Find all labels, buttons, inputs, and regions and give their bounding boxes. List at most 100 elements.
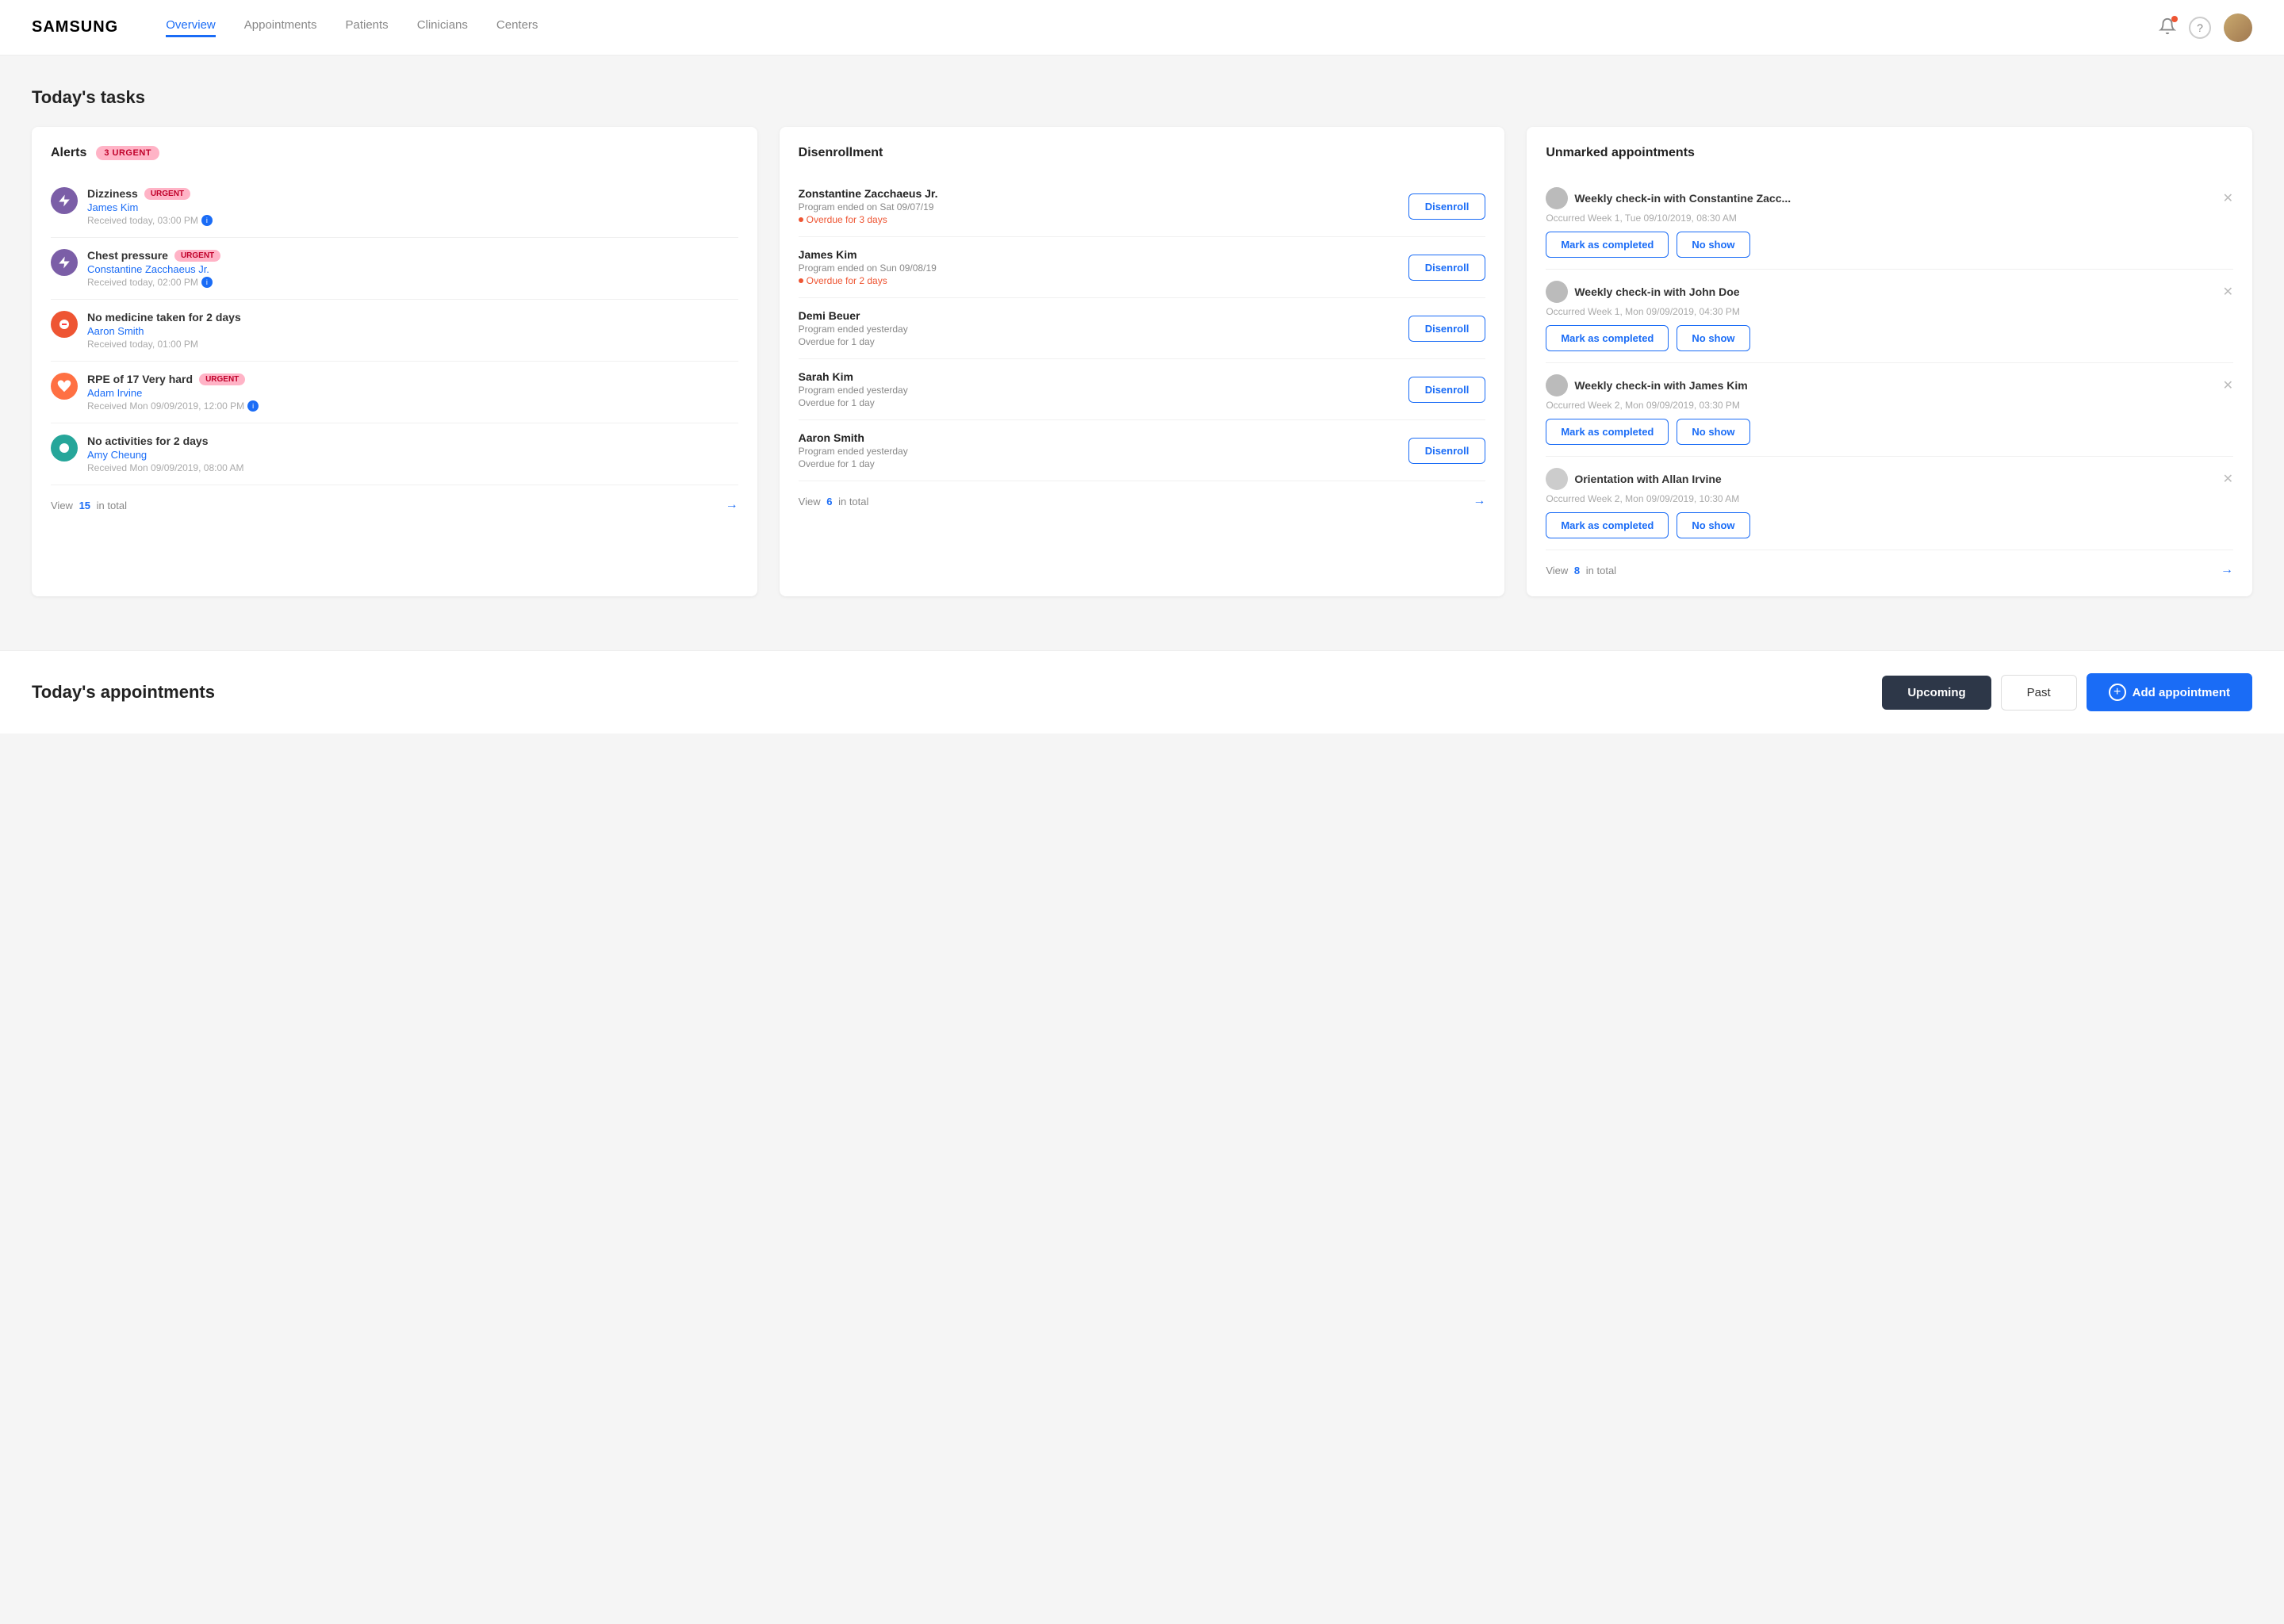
past-button[interactable]: Past	[2001, 675, 2077, 710]
info-icon[interactable]: i	[247, 400, 259, 412]
alert-time: Received today, 02:00 PM i	[87, 277, 738, 288]
notification-bell[interactable]	[2159, 17, 2176, 37]
overdue-indicator: Overdue for 1 day	[799, 458, 908, 469]
disenroll-button[interactable]: Disenroll	[1408, 377, 1486, 403]
disenroll-button[interactable]: Disenroll	[1408, 193, 1486, 220]
alert-time: Received today, 01:00 PM	[87, 339, 738, 350]
close-appt-button[interactable]: ✕	[2223, 190, 2233, 206]
disenrollment-title: Disenrollment	[799, 146, 883, 160]
appt-time: Occurred Week 1, Tue 09/10/2019, 08:30 A…	[1546, 213, 2233, 224]
urgent-sm-badge: URGENT	[144, 188, 190, 200]
alerts-title: Alerts	[51, 146, 86, 160]
alerts-header: Alerts 3 URGENT	[51, 146, 738, 160]
disenroll-info: James Kim Program ended on Sun 09/08/19 …	[799, 248, 937, 286]
alert-icon-dizziness	[51, 187, 78, 214]
alert-content: Chest pressure URGENT Constantine Zaccha…	[87, 249, 738, 288]
main-nav: Overview Appointments Patients Clinician…	[166, 18, 2159, 37]
mark-completed-button[interactable]: Mark as completed	[1546, 419, 1669, 445]
unmarked-title: Unmarked appointments	[1546, 146, 1695, 160]
tasks-grid: Alerts 3 URGENT Dizziness URGENT James K…	[32, 127, 2252, 596]
appt-avatar	[1546, 281, 1568, 303]
alert-time: Received Mon 09/09/2019, 12:00 PM i	[87, 400, 738, 412]
alerts-view-arrow[interactable]: →	[726, 498, 738, 512]
overdue-indicator: Overdue for 3 days	[799, 214, 938, 225]
appt-actions: Mark as completed No show	[1546, 232, 2233, 258]
tasks-title: Today's tasks	[32, 87, 2252, 108]
appt-actions: Mark as completed No show	[1546, 325, 2233, 351]
nav-overview[interactable]: Overview	[166, 18, 216, 37]
alert-item: Dizziness URGENT James Kim Received toda…	[51, 176, 738, 238]
disenrollment-card: Disenrollment Zonstantine Zacchaeus Jr. …	[780, 127, 1505, 596]
alert-content: No activities for 2 days Amy Cheung Rece…	[87, 435, 738, 473]
bottom-bar: Today's appointments Upcoming Past + Add…	[0, 650, 2284, 733]
alert-content: No medicine taken for 2 days Aaron Smith…	[87, 311, 738, 350]
disenroll-button[interactable]: Disenroll	[1408, 438, 1486, 464]
alert-patient[interactable]: Amy Cheung	[87, 449, 738, 461]
avatar[interactable]	[2224, 13, 2252, 42]
alert-icon-activities	[51, 435, 78, 462]
overdue-dot	[799, 217, 803, 222]
no-show-button[interactable]: No show	[1677, 419, 1749, 445]
disenroll-item: Aaron Smith Program ended yesterday Over…	[799, 420, 1486, 481]
unmarked-view-all: View 8 in total →	[1546, 563, 2233, 577]
alert-title: Dizziness URGENT	[87, 187, 738, 200]
alert-patient[interactable]: Adam Irvine	[87, 387, 738, 399]
no-show-button[interactable]: No show	[1677, 325, 1749, 351]
appt-header: Weekly check-in with John Doe ✕	[1546, 281, 2233, 303]
add-appointment-button[interactable]: + Add appointment	[2087, 673, 2252, 711]
disenroll-button[interactable]: Disenroll	[1408, 316, 1486, 342]
disenrollment-view-arrow[interactable]: →	[1473, 494, 1485, 508]
overdue-indicator: Overdue for 1 day	[799, 397, 908, 408]
nav-patients[interactable]: Patients	[345, 18, 388, 37]
no-show-button[interactable]: No show	[1677, 512, 1749, 538]
alert-item: RPE of 17 Very hard URGENT Adam Irvine R…	[51, 362, 738, 423]
help-icon[interactable]: ?	[2189, 17, 2211, 39]
appt-title: Weekly check-in with James Kim	[1546, 374, 1747, 396]
disenroll-button[interactable]: Disenroll	[1408, 255, 1486, 281]
nav-appointments[interactable]: Appointments	[244, 18, 317, 37]
urgent-badge: 3 URGENT	[96, 146, 159, 160]
header: SAMSUNG Overview Appointments Patients C…	[0, 0, 2284, 56]
close-appt-button[interactable]: ✕	[2223, 471, 2233, 487]
mark-completed-button[interactable]: Mark as completed	[1546, 325, 1669, 351]
appt-avatar	[1546, 187, 1568, 209]
alert-icon-medicine	[51, 311, 78, 338]
close-appt-button[interactable]: ✕	[2223, 377, 2233, 393]
disenroll-item: Demi Beuer Program ended yesterday Overd…	[799, 298, 1486, 359]
appt-item: Weekly check-in with John Doe ✕ Occurred…	[1546, 270, 2233, 363]
alert-patient[interactable]: Constantine Zacchaeus Jr.	[87, 263, 738, 275]
urgent-sm-badge: URGENT	[199, 373, 245, 385]
alert-title: RPE of 17 Very hard URGENT	[87, 373, 738, 385]
urgent-sm-badge: URGENT	[174, 250, 220, 262]
bottom-actions: Upcoming Past + Add appointment	[1882, 673, 2252, 711]
plus-icon: +	[2109, 684, 2126, 701]
no-show-button[interactable]: No show	[1677, 232, 1749, 258]
disenroll-item: Zonstantine Zacchaeus Jr. Program ended …	[799, 176, 1486, 237]
alerts-card: Alerts 3 URGENT Dizziness URGENT James K…	[32, 127, 757, 596]
alert-title: No activities for 2 days	[87, 435, 738, 447]
alert-patient[interactable]: James Kim	[87, 201, 738, 213]
mark-completed-button[interactable]: Mark as completed	[1546, 232, 1669, 258]
disenroll-item: Sarah Kim Program ended yesterday Overdu…	[799, 359, 1486, 420]
appt-item: Weekly check-in with Constantine Zacc...…	[1546, 176, 2233, 270]
disenroll-item: James Kim Program ended on Sun 09/08/19 …	[799, 237, 1486, 298]
alert-patient[interactable]: Aaron Smith	[87, 325, 738, 337]
appointments-title: Today's appointments	[32, 682, 215, 703]
disenroll-info: Sarah Kim Program ended yesterday Overdu…	[799, 370, 908, 408]
info-icon[interactable]: i	[201, 215, 213, 226]
appt-header: Orientation with Allan Irvine ✕	[1546, 468, 2233, 490]
alert-title: Chest pressure URGENT	[87, 249, 738, 262]
unmarked-view-arrow[interactable]: →	[2221, 563, 2233, 577]
close-appt-button[interactable]: ✕	[2223, 284, 2233, 300]
alert-content: Dizziness URGENT James Kim Received toda…	[87, 187, 738, 226]
upcoming-button[interactable]: Upcoming	[1882, 676, 1991, 710]
nav-clinicians[interactable]: Clinicians	[417, 18, 468, 37]
disenrollment-view-all: View 6 in total →	[799, 494, 1486, 508]
nav-centers[interactable]: Centers	[496, 18, 538, 37]
mark-completed-button[interactable]: Mark as completed	[1546, 512, 1669, 538]
alert-item: No medicine taken for 2 days Aaron Smith…	[51, 300, 738, 362]
info-icon[interactable]: i	[201, 277, 213, 288]
disenroll-info: Demi Beuer Program ended yesterday Overd…	[799, 309, 908, 347]
alert-item: No activities for 2 days Amy Cheung Rece…	[51, 423, 738, 485]
alerts-view-all: View 15 in total →	[51, 498, 738, 512]
